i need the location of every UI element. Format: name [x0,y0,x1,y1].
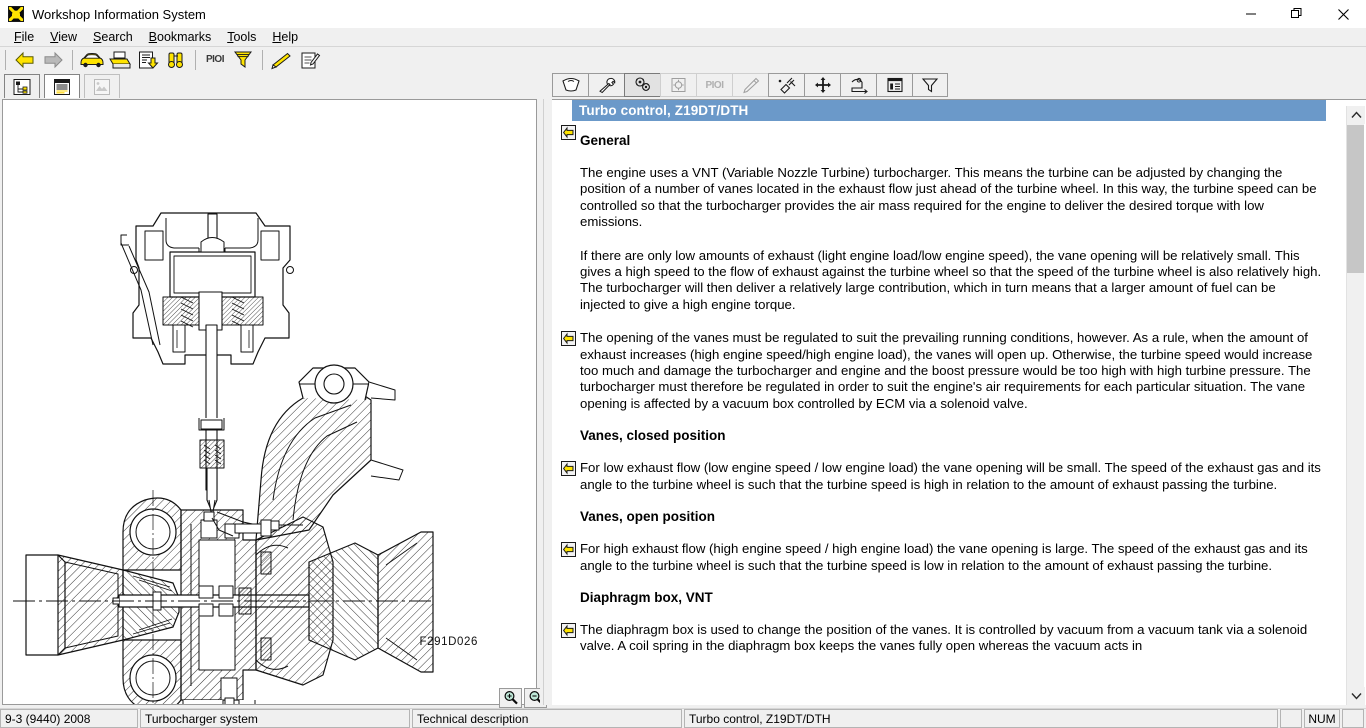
paragraph-block: For high exhaust flow (high engine speed… [552,541,1338,574]
turbocharger-cross-section-svg [3,100,536,704]
paragraph-block: The engine uses a VNT (Variable Nozzle T… [552,165,1338,231]
paragraph-text: The engine uses a VNT (Variable Nozzle T… [580,165,1317,230]
toolbar-separator [5,49,6,70]
title-bar: Workshop Information System [0,0,1366,28]
document-header-title: Turbo control, Z19DT/DTH [579,103,749,118]
paragraph-block: If there are only low amounts of exhaust… [552,248,1338,314]
scroll-down-button[interactable] [1347,687,1365,705]
document-pane[interactable]: Turbo control, Z19DT/DTH General The eng… [552,99,1366,705]
document-toolbar: PIOI [552,72,948,98]
bookmark-back-icon[interactable] [561,622,576,638]
heading-diaphragm-box: Diaphragm box, VNT [580,589,713,605]
application-window: Workshop Information System File View Se… [0,0,1366,728]
status-topic: Turbo control, Z19DT/DTH [684,709,1278,728]
paragraph-block: The opening of the vanes must be regulat… [552,330,1338,412]
tab-image[interactable] [84,74,120,98]
dt-move-button[interactable] [804,73,840,97]
menu-search[interactable]: Search [85,29,141,45]
document-body: General The engine uses a VNT (Variable … [552,121,1342,655]
dt-components-button[interactable] [624,73,660,97]
toolbar-separator [72,49,73,70]
star-logo-icon [8,6,24,22]
toolbar-separator [195,49,196,70]
status-system: Turbocharger system [140,709,410,728]
paragraph-text: For high exhaust flow (high engine speed… [580,541,1308,573]
dt-pioi-button[interactable]: PIOI [696,73,732,97]
figure-label: F291D026 [419,636,478,648]
menu-view[interactable]: View [42,29,85,45]
forward-button[interactable] [39,48,67,72]
heading-vanes-open: Vanes, open position [580,509,716,525]
bookmark-back-icon[interactable] [561,125,576,140]
document-scrollbar[interactable] [1346,106,1365,705]
tab-tree-view[interactable] [4,74,40,98]
menu-bookmarks[interactable]: Bookmarks [141,29,220,45]
menu-help[interactable]: Help [264,29,306,45]
minimize-button[interactable] [1228,0,1274,28]
menu-bar: File View Search Bookmarks Tools Help [0,28,1366,46]
status-vehicle: 9-3 (9440) 2008 [0,709,138,728]
menu-file[interactable]: File [6,29,42,45]
back-button[interactable] [11,48,39,72]
bookmark-back-icon[interactable] [561,542,576,558]
pioi-text-icon[interactable]: PIOI [201,48,229,72]
bookmark-back-icon[interactable] [561,331,576,347]
paragraph-text: For low exhaust flow (low engine speed /… [580,460,1321,492]
marker-pen-button[interactable] [268,48,296,72]
dt-repair-wrench-button[interactable] [588,73,624,97]
scrollbar-thumb[interactable] [1347,125,1364,273]
dt-layout-button[interactable] [876,73,912,97]
image-pane[interactable]: F291D026 [2,99,537,705]
paragraph-block: The diaphragm box is used to change the … [552,622,1338,655]
scroll-up-button[interactable] [1347,106,1365,124]
dt-overview-button[interactable] [552,73,588,97]
maximize-button[interactable] [1274,0,1320,28]
dt-wiring-connector-button[interactable] [768,73,804,97]
tab-document[interactable] [44,74,80,98]
funnel-tool-button[interactable] [229,48,257,72]
zoom-in-button[interactable] [499,688,522,708]
paragraph-text: The diaphragm box is used to change the … [580,621,1308,654]
status-trailing [1342,709,1364,728]
status-bar: 9-3 (9440) 2008 Turbocharger system Tech… [0,708,1366,728]
binoculars-search-button[interactable] [162,48,190,72]
dt-measure-probe-button[interactable] [732,73,768,97]
paragraph-text: The opening of the vanes must be regulat… [580,330,1313,411]
pane-splitter[interactable] [540,99,550,705]
close-button[interactable] [1320,0,1366,28]
download-document-button[interactable] [134,48,162,72]
document-header: Turbo control, Z19DT/DTH [572,100,1326,121]
bookmark-back-icon[interactable] [561,461,576,477]
vehicle-button[interactable] [78,48,106,72]
status-num-lock: NUM [1304,709,1340,728]
main-toolbar: PIOI [0,46,1366,72]
status-spacer [1280,709,1302,728]
window-title: Workshop Information System [32,6,206,22]
toolbar-separator [262,49,263,70]
paragraph-block: For low exhaust flow (low engine speed /… [552,460,1338,493]
paragraph-text: If there are only low amounts of exhaust… [580,247,1322,312]
dt-filter-button[interactable] [912,73,948,97]
status-section: Technical description [412,709,682,728]
print-button[interactable] [106,48,134,72]
note-pen-button[interactable] [296,48,324,72]
turbocharger-diagram [3,100,536,704]
dt-parts-button[interactable] [660,73,696,97]
menu-tools[interactable]: Tools [219,29,264,45]
window-controls [1228,0,1366,28]
heading-vanes-closed: Vanes, closed position [580,428,726,444]
dt-flow-button[interactable] [840,73,876,97]
heading-general: General [580,133,631,148]
